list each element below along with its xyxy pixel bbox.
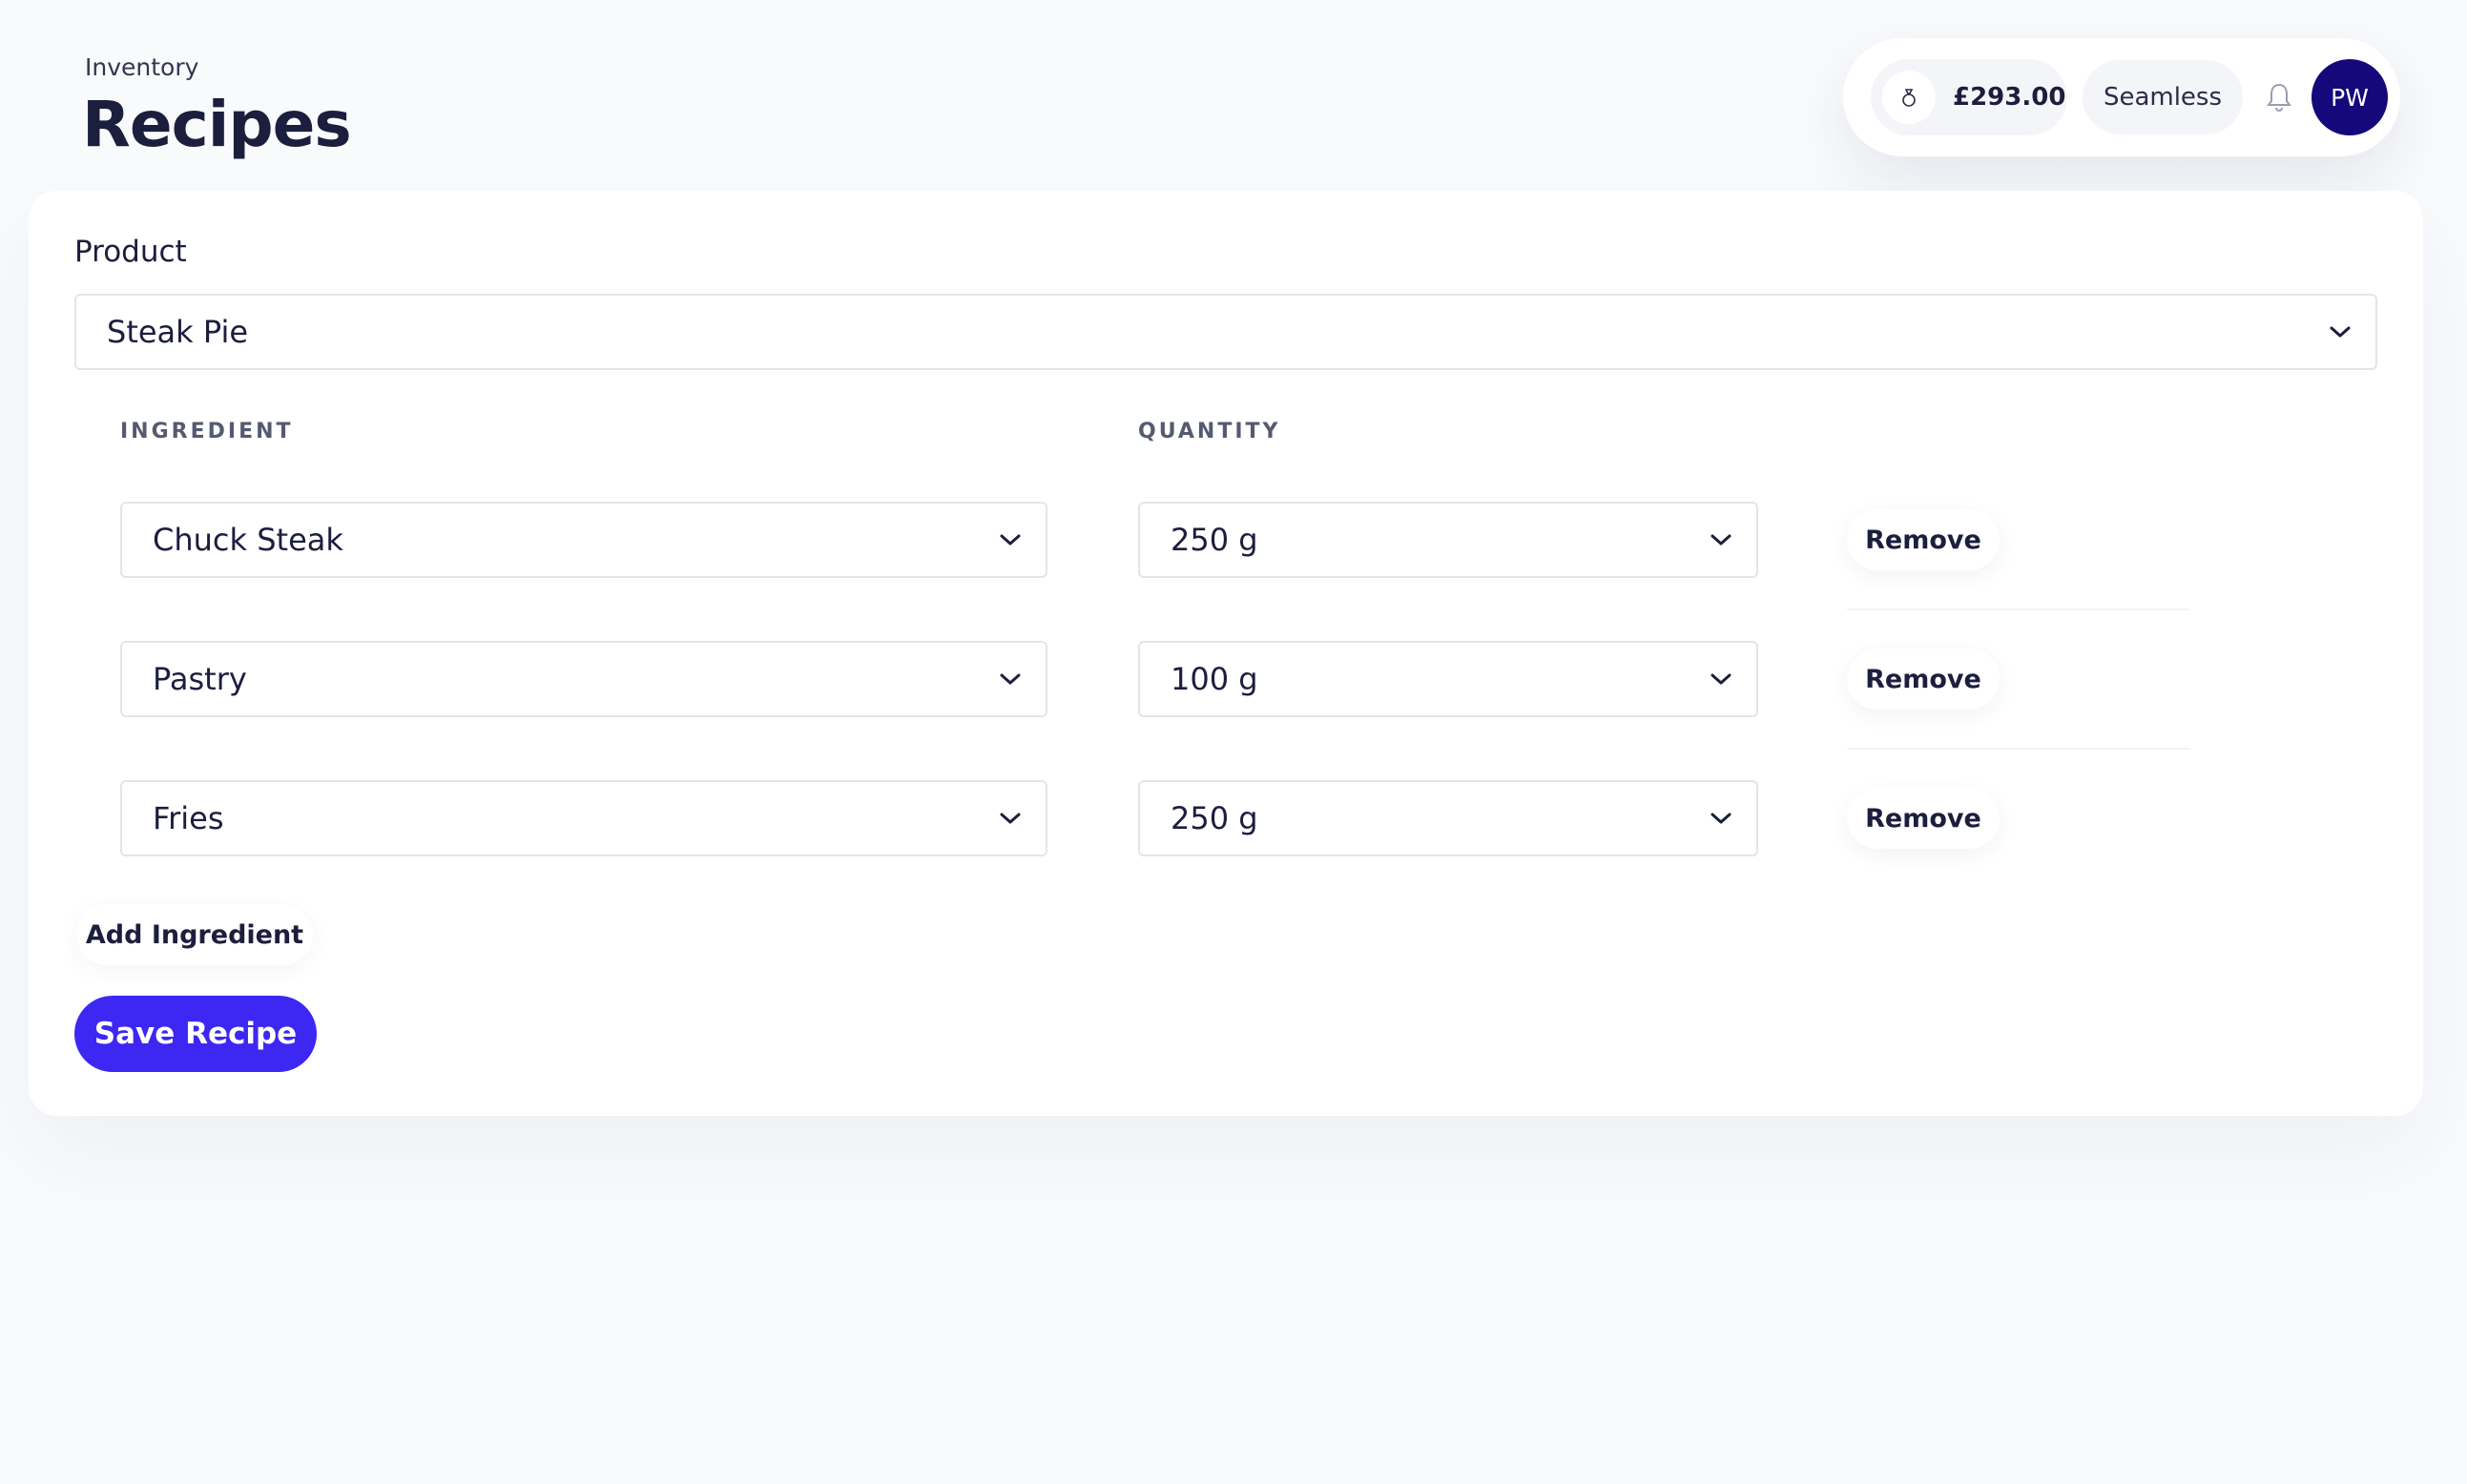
- quantity-select-value: 250 g: [1171, 522, 1258, 558]
- ingredient-select-value: Fries: [153, 800, 224, 836]
- money-bag-icon: [1882, 71, 1936, 124]
- ingredient-column-header: INGREDIENT: [120, 420, 294, 443]
- bell-icon[interactable]: [2260, 78, 2298, 116]
- add-ingredient-button[interactable]: Add Ingredient: [76, 904, 313, 965]
- ingredient-select[interactable]: Pastry: [120, 641, 1047, 717]
- ingredient-select[interactable]: Chuck Steak: [120, 502, 1047, 578]
- chevron-down-icon: [2330, 326, 2351, 338]
- breadcrumb: Inventory: [85, 53, 199, 81]
- quantity-select-value: 100 g: [1171, 661, 1258, 697]
- quantity-select[interactable]: 250 g: [1138, 780, 1758, 856]
- chevron-down-icon: [1710, 673, 1731, 685]
- quantity-select-value: 250 g: [1171, 800, 1258, 836]
- chevron-down-icon: [1000, 534, 1021, 546]
- chevron-down-icon: [1710, 813, 1731, 824]
- quantity-select[interactable]: 100 g: [1138, 641, 1758, 717]
- ingredient-select[interactable]: Fries: [120, 780, 1047, 856]
- balance-value: £293.00: [1953, 83, 2066, 112]
- save-recipe-button[interactable]: Save Recipe: [74, 996, 317, 1072]
- avatar[interactable]: PW: [2312, 59, 2388, 135]
- ingredient-select-value: Chuck Steak: [153, 522, 343, 558]
- ingredient-select-value: Pastry: [153, 661, 247, 697]
- quantity-column-header: QUANTITY: [1138, 420, 1281, 443]
- mode-button[interactable]: Seamless: [2083, 60, 2243, 134]
- product-select[interactable]: Steak Pie: [74, 294, 2377, 370]
- product-label: Product: [74, 235, 187, 269]
- page-title: Recipes: [82, 88, 352, 161]
- quantity-select[interactable]: 250 g: [1138, 502, 1758, 578]
- recipes-page: Inventory Recipes £293.00 Seamless PW Pr…: [0, 0, 2467, 1484]
- row-divider: [1847, 748, 2190, 750]
- top-bar: £293.00 Seamless PW: [1843, 38, 2400, 156]
- remove-ingredient-button[interactable]: Remove: [1847, 509, 2000, 570]
- balance-button[interactable]: £293.00: [1871, 59, 2067, 135]
- remove-ingredient-button[interactable]: Remove: [1847, 649, 2000, 710]
- chevron-down-icon: [1710, 534, 1731, 546]
- remove-ingredient-button[interactable]: Remove: [1847, 788, 2000, 849]
- row-divider: [1847, 608, 2190, 610]
- product-select-value: Steak Pie: [107, 314, 249, 350]
- chevron-down-icon: [1000, 673, 1021, 685]
- chevron-down-icon: [1000, 813, 1021, 824]
